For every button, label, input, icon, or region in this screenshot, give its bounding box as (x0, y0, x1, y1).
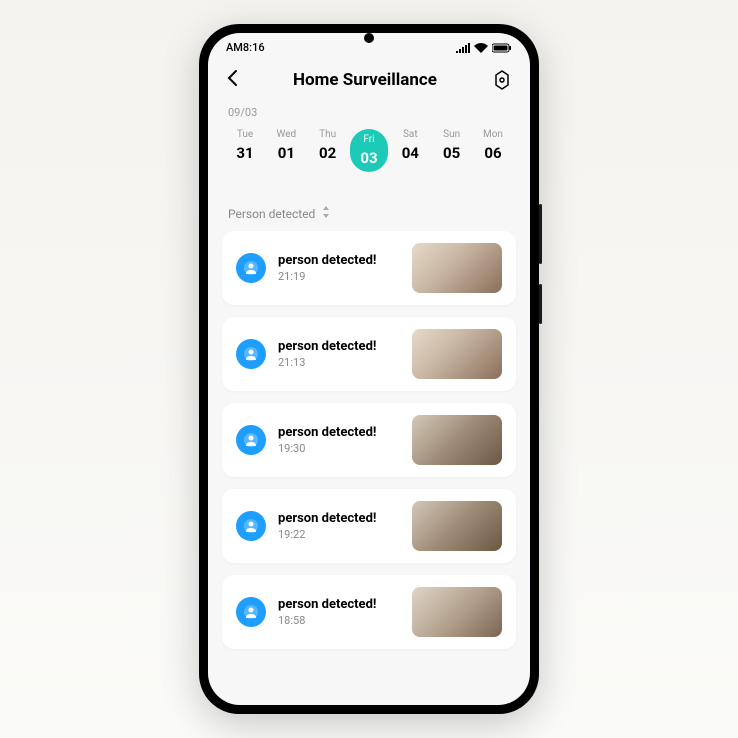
event-text: person detected! 21:19 (278, 253, 400, 283)
day-number: 02 (319, 144, 336, 162)
wifi-icon (474, 43, 488, 53)
power-button (539, 284, 542, 324)
event-thumbnail[interactable] (412, 243, 502, 293)
event-thumbnail[interactable] (412, 587, 502, 637)
event-text: person detected! 21:13 (278, 339, 400, 369)
battery-icon (492, 43, 512, 53)
events-list: person detected! 21:19 person detected! … (208, 231, 530, 649)
camera-notch (364, 33, 374, 43)
event-item[interactable]: person detected! 19:22 (222, 489, 516, 563)
event-title: person detected! (278, 511, 400, 526)
day-name: Wed (276, 129, 296, 140)
event-title: person detected! (278, 597, 400, 612)
filter-dropdown[interactable]: Person detected (208, 188, 530, 231)
person-icon (236, 597, 266, 627)
event-text: person detected! 19:30 (278, 425, 400, 455)
event-time: 19:30 (278, 442, 400, 455)
person-icon (236, 253, 266, 283)
day-number: 04 (402, 144, 419, 162)
status-icons (456, 43, 512, 53)
day-number: 03 (360, 149, 377, 167)
filter-label: Person detected (228, 207, 315, 221)
phone-frame: AM8:16 Home Surveillance 09/03 Tue 31 Wed 0… (199, 24, 539, 714)
event-thumbnail[interactable] (412, 501, 502, 551)
day-number: 06 (484, 144, 501, 162)
calendar-day[interactable]: Mon 06 (474, 129, 512, 172)
event-title: person detected! (278, 253, 400, 268)
calendar-strip[interactable]: Tue 31 Wed 01 Thu 02 Fri 03 Sat 04 Sun 05 Mon 06 (208, 123, 530, 188)
settings-button[interactable] (492, 70, 512, 90)
event-time: 21:19 (278, 270, 400, 283)
page-title: Home Surveillance (293, 70, 437, 90)
status-time: AM8:16 (226, 41, 265, 54)
calendar-day[interactable]: Sat 04 (391, 129, 429, 172)
person-icon (236, 339, 266, 369)
event-thumbnail[interactable] (412, 415, 502, 465)
gear-icon (492, 70, 512, 90)
date-label: 09/03 (208, 102, 530, 123)
day-name: Sat (403, 129, 418, 140)
day-number: 31 (236, 144, 253, 162)
calendar-day[interactable]: Wed 01 (267, 129, 305, 172)
event-title: person detected! (278, 339, 400, 354)
calendar-day[interactable]: Tue 31 (226, 129, 264, 172)
event-text: person detected! 19:22 (278, 511, 400, 541)
day-name: Fri (363, 134, 374, 145)
screen: AM8:16 Home Surveillance 09/03 Tue 31 Wed 0… (208, 33, 530, 705)
event-thumbnail[interactable] (412, 329, 502, 379)
event-item[interactable]: person detected! 18:58 (222, 575, 516, 649)
day-name: Mon (483, 129, 503, 140)
volume-button (539, 204, 542, 264)
day-number: 05 (443, 144, 460, 162)
back-button[interactable] (226, 68, 238, 92)
day-name: Sun (443, 129, 460, 140)
event-item[interactable]: person detected! 21:19 (222, 231, 516, 305)
event-time: 19:22 (278, 528, 400, 541)
event-item[interactable]: person detected! 21:13 (222, 317, 516, 391)
person-icon (236, 425, 266, 455)
event-time: 21:13 (278, 356, 400, 369)
calendar-day[interactable]: Thu 02 (309, 129, 347, 172)
day-number: 01 (278, 144, 295, 162)
day-name: Tue (237, 129, 253, 140)
event-title: person detected! (278, 425, 400, 440)
signal-icon (456, 43, 470, 53)
sort-icon (321, 206, 331, 221)
calendar-day[interactable]: Sun 05 (433, 129, 471, 172)
event-text: person detected! 18:58 (278, 597, 400, 627)
event-item[interactable]: person detected! 19:30 (222, 403, 516, 477)
calendar-day[interactable]: Fri 03 (350, 129, 388, 172)
event-time: 18:58 (278, 614, 400, 627)
day-name: Thu (319, 129, 336, 140)
person-icon (236, 511, 266, 541)
page-header: Home Surveillance (208, 58, 530, 102)
